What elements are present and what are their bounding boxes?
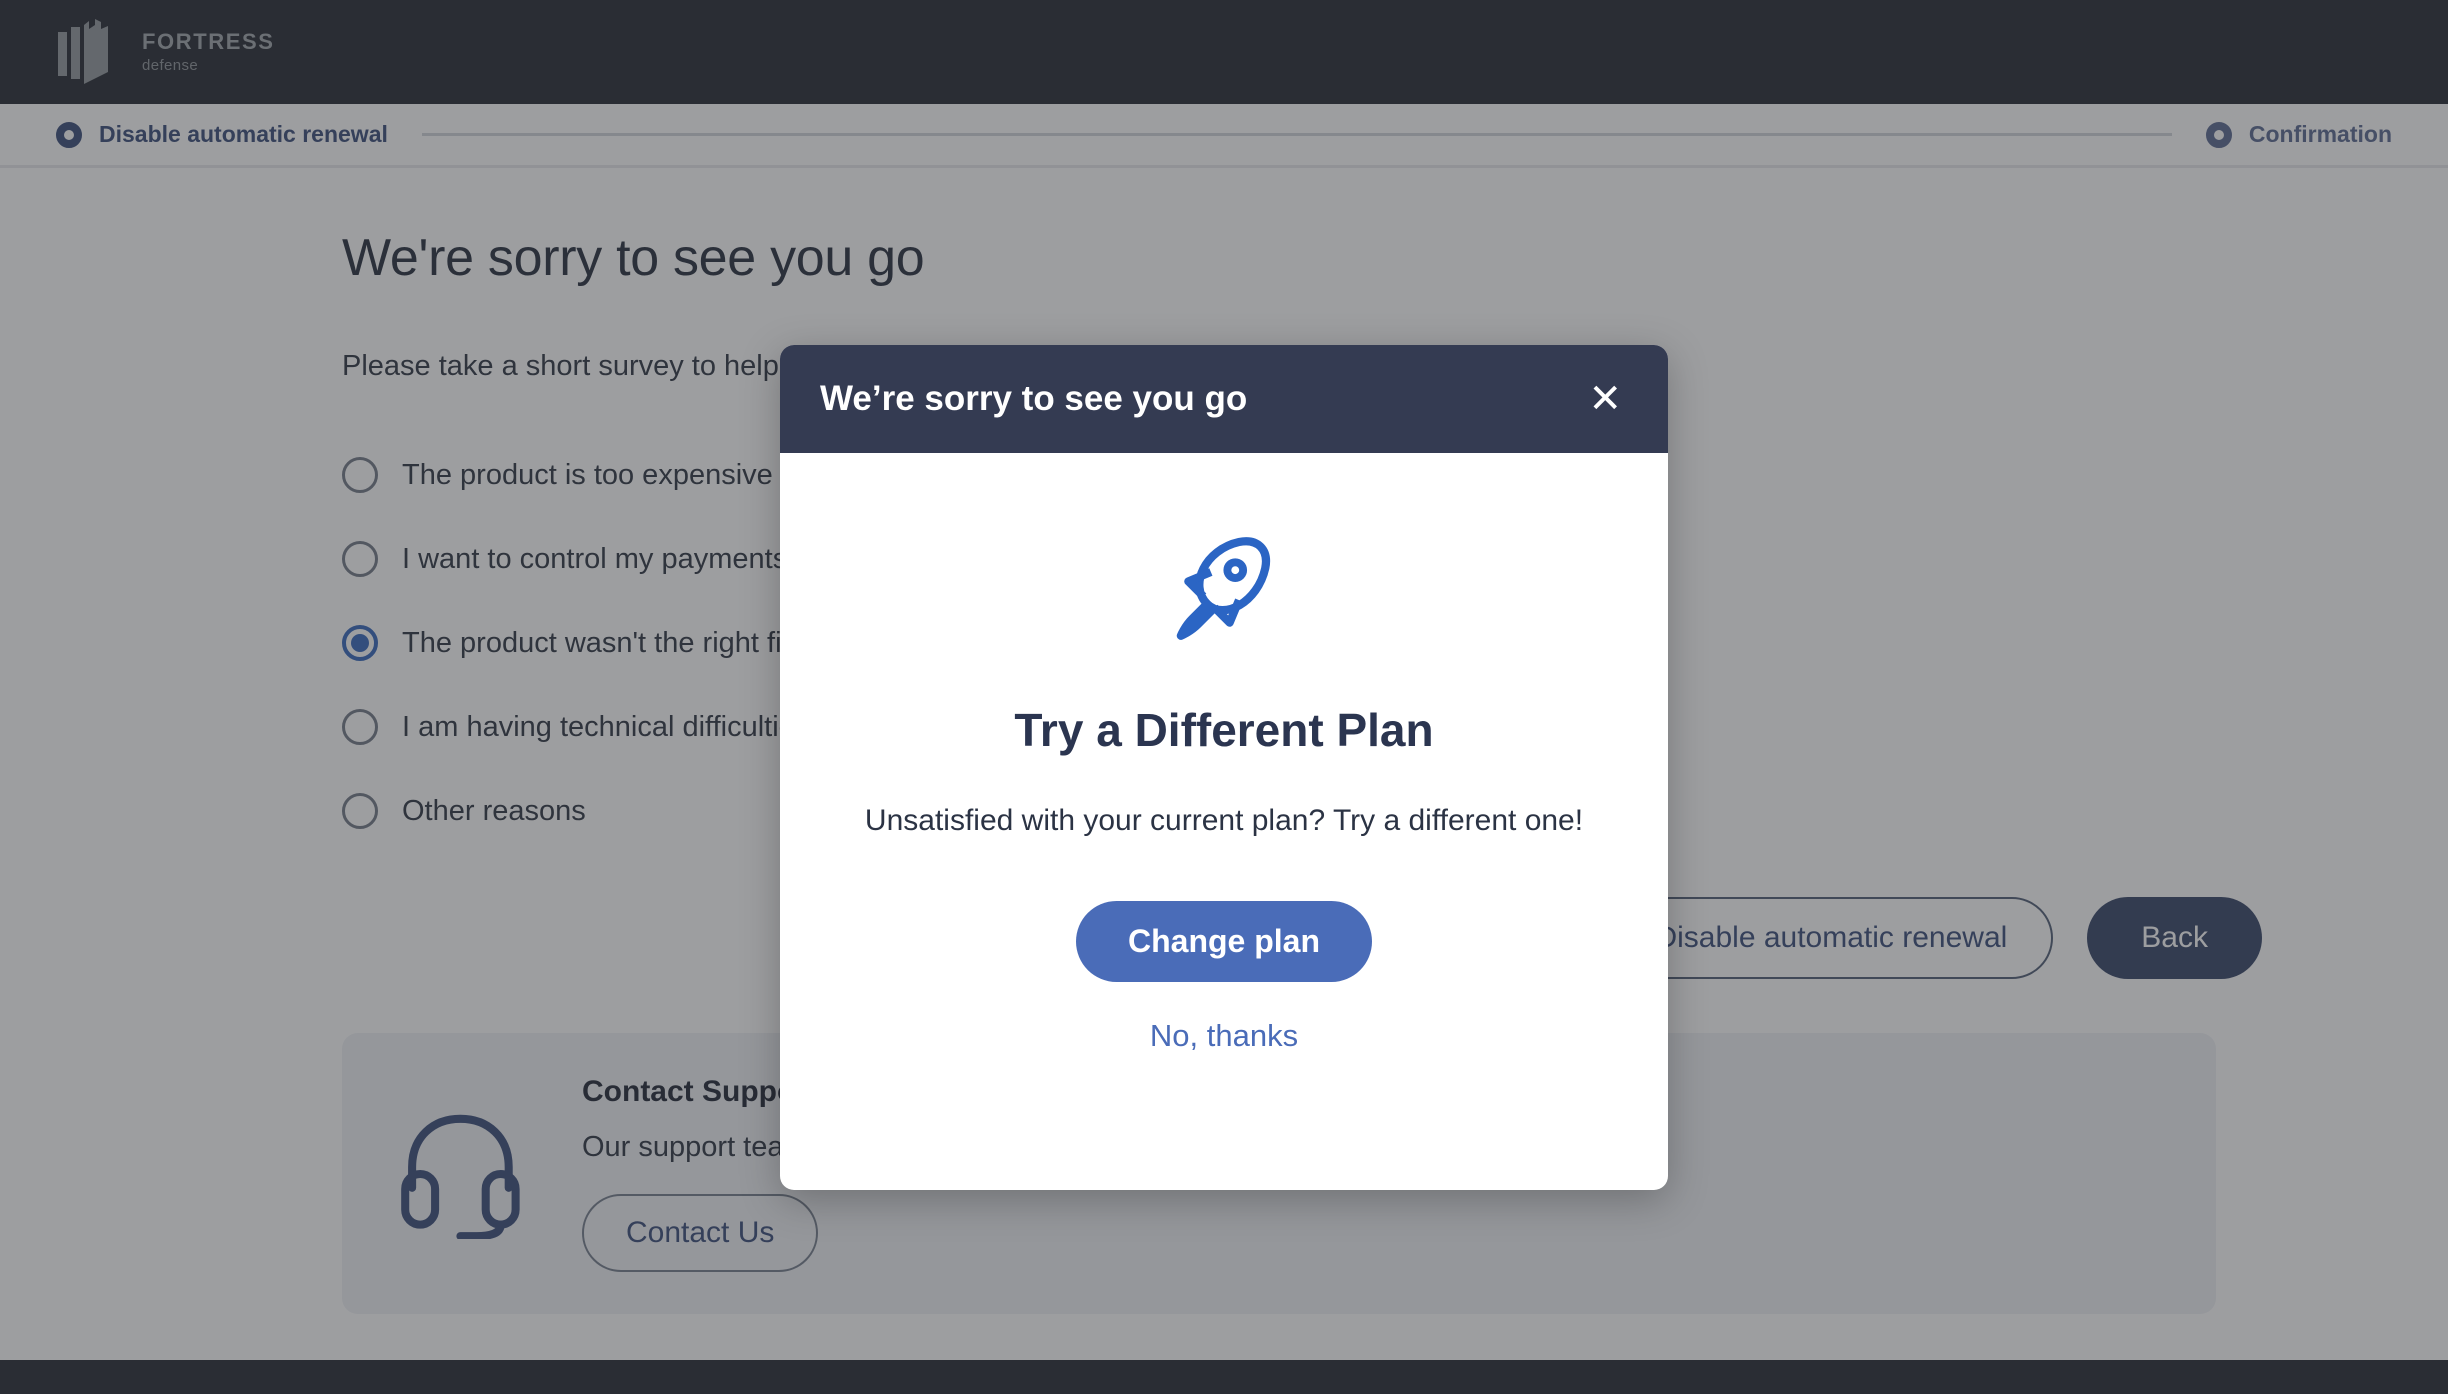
try-different-plan-modal: We’re sorry to see you go ✕ Try a Differ… — [780, 345, 1668, 1190]
modal-body: Try a Different Plan Unsatisfied with yo… — [780, 453, 1668, 1190]
modal-description: Unsatisfied with your current plan? Try … — [864, 804, 1584, 837]
no-thanks-button[interactable]: No, thanks — [1150, 1018, 1298, 1054]
rocket-icon — [1176, 537, 1271, 640]
modal-title: We’re sorry to see you go — [820, 379, 1248, 418]
close-icon[interactable]: ✕ — [1580, 375, 1630, 423]
modal-heading: Try a Different Plan — [1014, 704, 1434, 756]
change-plan-button[interactable]: Change plan — [1075, 900, 1372, 982]
modal-header: We’re sorry to see you go ✕ — [780, 345, 1668, 453]
